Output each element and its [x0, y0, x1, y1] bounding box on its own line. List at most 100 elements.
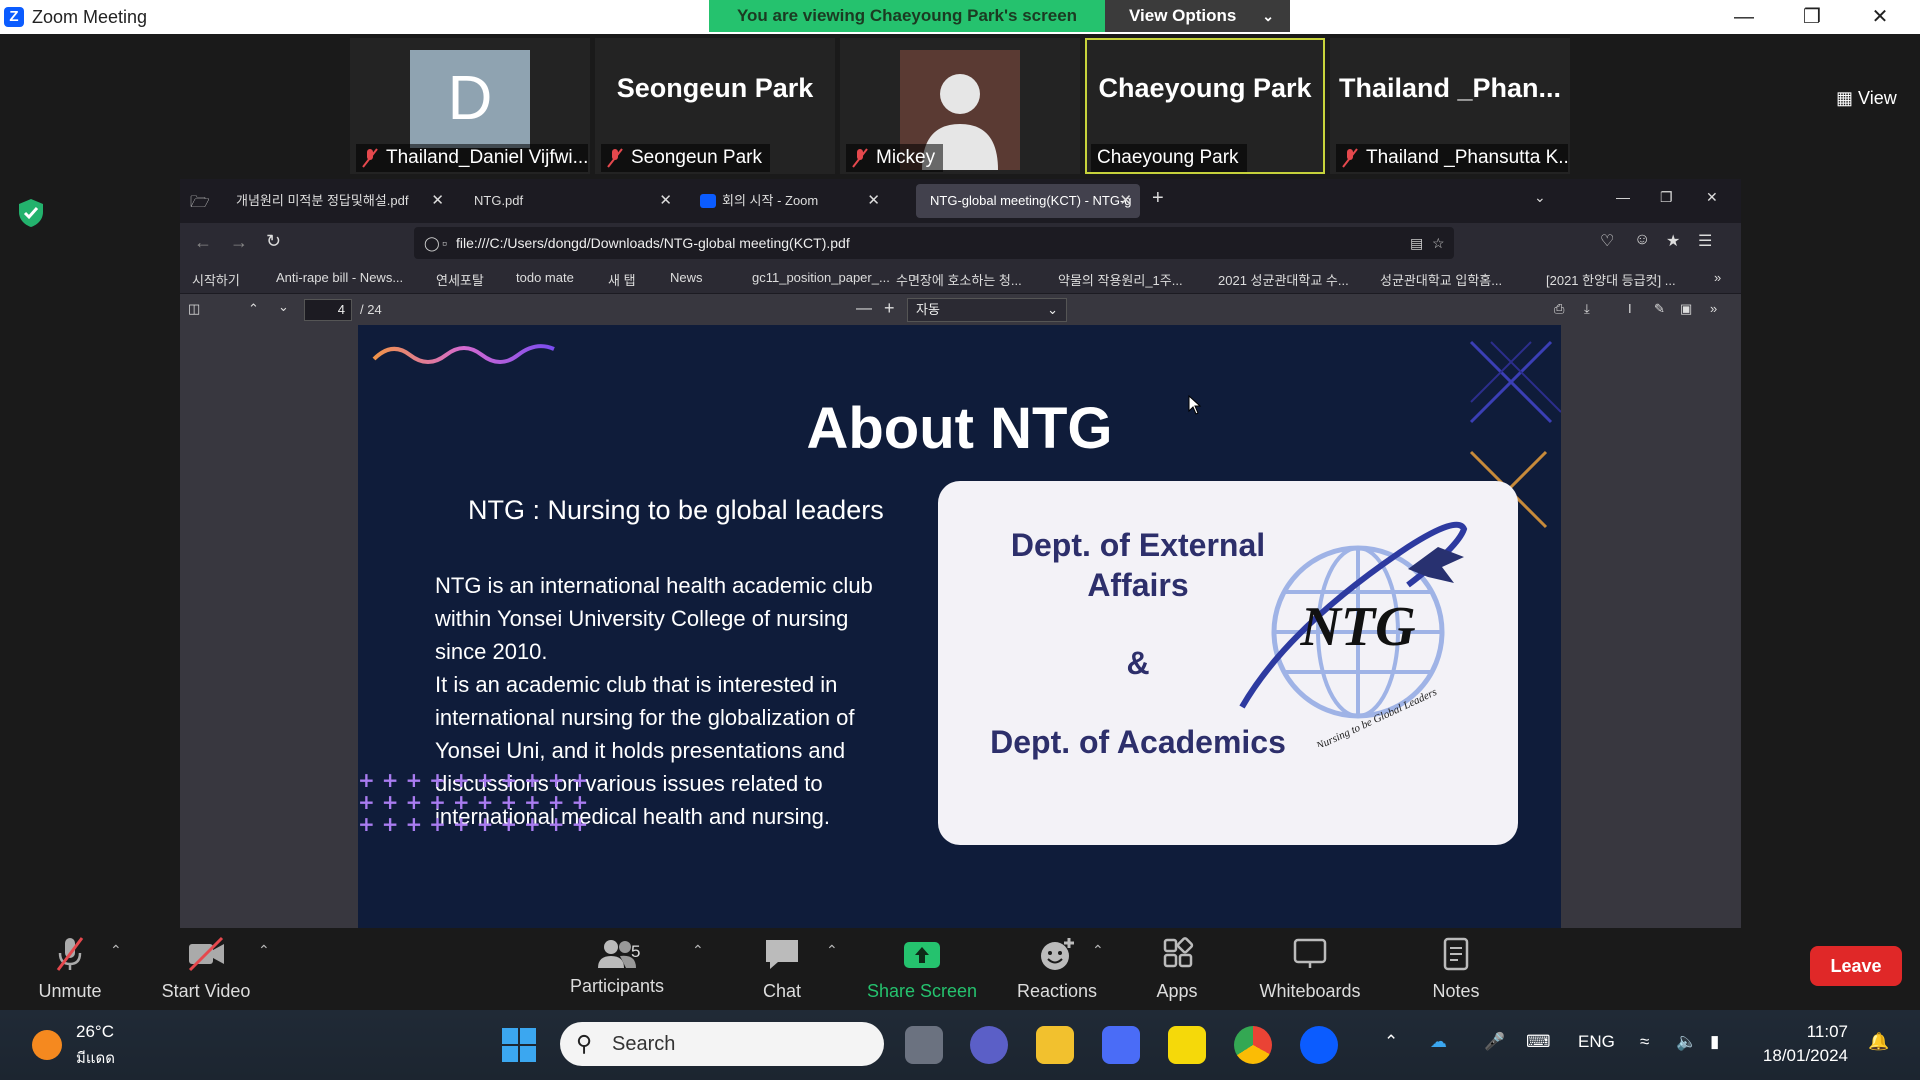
zoom-in-icon[interactable]: + — [884, 298, 895, 319]
close-tab-icon[interactable]: ✕ — [431, 184, 444, 218]
encryption-shield-icon[interactable] — [14, 196, 48, 230]
chrome-icon[interactable] — [1234, 1026, 1272, 1064]
menu-icon[interactable]: ☰ — [1698, 231, 1712, 251]
close-tab-icon[interactable]: ✕ — [659, 184, 672, 218]
tab-zoom[interactable]: 회의 시작 - Zoom ✕ — [688, 184, 888, 218]
participant-tile-daniel[interactable]: D Thailand_Daniel Vijfwi... — [350, 38, 590, 174]
next-page-icon[interactable]: ⌄ — [278, 299, 289, 315]
whiteboards-button[interactable]: Whiteboards — [1252, 936, 1368, 1002]
browser-minimize-icon[interactable]: — — [1616, 189, 1630, 205]
url-bar[interactable]: ◯ ▫ file:///C:/Users/dongd/Downloads/NTG… — [414, 227, 1454, 259]
participant-name: Mickey — [846, 144, 944, 172]
reload-icon[interactable]: ↻ — [266, 231, 281, 252]
list-tabs-icon[interactable]: ⌄ — [1534, 189, 1546, 206]
bookmark-item[interactable]: 성균관대학교 입학홈... — [1380, 270, 1502, 289]
minimize-button[interactable]: — — [1716, 0, 1772, 34]
zoom-taskbar-icon[interactable] — [1300, 1026, 1338, 1064]
bookmark-item[interactable]: [2021 한양대 등급컷] ... — [1546, 270, 1676, 289]
previous-page-icon[interactable]: ⌃ — [248, 301, 259, 317]
page-icon: ▫ — [442, 235, 447, 251]
bookmark-item[interactable]: 새 탭 — [608, 270, 636, 289]
keyboard-icon[interactable]: ⌨ — [1526, 1032, 1551, 1052]
copilot-icon[interactable] — [1102, 1026, 1140, 1064]
sidebar-toggle-icon[interactable]: ◫ — [188, 301, 200, 317]
more-bookmarks-icon[interactable]: » — [1714, 270, 1721, 285]
bookmark-item[interactable]: 2021 성균관대학교 수... — [1218, 270, 1349, 289]
wifi-icon[interactable]: ≈ — [1640, 1032, 1649, 1052]
draw-icon[interactable]: ✎ — [1654, 301, 1665, 317]
chat-button[interactable]: Chat — [752, 936, 812, 1002]
chat-options-caret-icon[interactable]: ⌃ — [826, 942, 838, 959]
participant-tile-seongeun[interactable]: Seongeun Park Seongeun Park — [595, 38, 835, 174]
account-icon[interactable]: ☺ — [1634, 231, 1650, 249]
page-number-input[interactable]: 4 — [304, 299, 352, 321]
new-tab-icon[interactable]: + — [1152, 187, 1164, 210]
tab-manager-icon[interactable]: 🗁 — [190, 191, 210, 218]
file-explorer-icon[interactable] — [1036, 1026, 1074, 1064]
windows-start-icon[interactable] — [500, 1026, 538, 1064]
bookmark-item[interactable]: News — [670, 270, 703, 285]
zoom-select[interactable]: 자동 ⌄ — [907, 298, 1067, 322]
close-window-button[interactable]: ✕ — [1852, 0, 1908, 34]
pocket-icon[interactable]: ♡ — [1600, 231, 1614, 251]
bookmark-item[interactable]: Anti-rape bill - News... — [276, 270, 403, 285]
participants-options-caret-icon[interactable]: ⌃ — [692, 942, 704, 959]
reactions-button[interactable]: Reactions — [1012, 936, 1102, 1002]
leave-button[interactable]: Leave — [1810, 946, 1902, 986]
bookmark-item[interactable]: 연세포탈 — [436, 270, 484, 289]
close-tab-icon[interactable]: ✕ — [867, 184, 880, 218]
tab-ntg-meeting-pdf[interactable]: NTG-global meeting(KCT) - NTG-g ✕ — [916, 184, 1140, 218]
bookmark-item[interactable]: gc11_position_paper_... — [752, 270, 890, 285]
start-video-button[interactable]: Start Video — [156, 936, 256, 1002]
video-options-caret-icon[interactable]: ⌃ — [258, 942, 270, 959]
browser-close-icon[interactable]: ✕ — [1706, 189, 1718, 206]
save-icon[interactable]: ⤓ — [1584, 301, 1590, 317]
participants-button[interactable]: 5 Participants — [564, 936, 670, 997]
notes-button[interactable]: Notes — [1426, 936, 1486, 1002]
onedrive-icon[interactable]: ☁ — [1430, 1032, 1447, 1052]
tab-calculus-pdf[interactable]: 개념원리 미적분 정답및해설.pdf ✕ — [222, 184, 452, 218]
back-icon[interactable]: ← — [194, 232, 212, 253]
bookmark-item[interactable]: todo mate — [516, 270, 574, 285]
text-tool-icon[interactable]: I — [1628, 301, 1632, 316]
participant-tile-chaeyoung[interactable]: Chaeyoung Park Chaeyoung Park — [1085, 38, 1325, 174]
task-view-icon[interactable] — [905, 1026, 943, 1064]
close-tab-icon[interactable]: ✕ — [1119, 184, 1132, 218]
browser-restore-icon[interactable]: ❐ — [1660, 189, 1673, 206]
volume-icon[interactable]: 🔈 — [1676, 1032, 1697, 1052]
bookmark-item[interactable]: 약물의 작용원리_1주... — [1058, 270, 1183, 289]
bookmark-item[interactable]: 수면장에 호소하는 청... — [896, 270, 1022, 289]
taskbar-search[interactable]: ⚲ Search — [560, 1022, 884, 1066]
microphone-icon[interactable]: 🎤 — [1484, 1032, 1505, 1052]
restore-button[interactable]: ❐ — [1784, 0, 1840, 34]
slide-subtitle: NTG : Nursing to be global leaders — [468, 495, 884, 525]
participant-tile-mickey[interactable]: Mickey — [840, 38, 1080, 174]
svg-text:NTG: NTG — [1299, 596, 1415, 658]
tab-ntg-pdf[interactable]: NTG.pdf ✕ — [460, 184, 680, 218]
image-icon[interactable]: ▣ — [1680, 301, 1692, 317]
battery-icon[interactable]: ▮ — [1710, 1032, 1719, 1052]
participant-gallery: D Thailand_Daniel Vijfwi... Seongeun Par… — [0, 34, 1920, 179]
view-options-button[interactable]: View Options ⌄ — [1105, 0, 1290, 32]
participant-tile-phansutta[interactable]: Thailand _Phan... Thailand _Phansutta K.… — [1330, 38, 1570, 174]
view-layout-button[interactable]: ▦ View — [1820, 78, 1908, 118]
chat-app-icon[interactable] — [970, 1026, 1008, 1064]
forward-icon[interactable]: → — [230, 232, 248, 253]
more-tools-icon[interactable]: » — [1710, 301, 1717, 316]
bookmark-item[interactable]: 시작하기 — [192, 270, 240, 289]
reactions-options-caret-icon[interactable]: ⌃ — [1092, 942, 1104, 959]
notification-bell-icon[interactable]: 🔔 — [1868, 1032, 1889, 1052]
print-icon[interactable]: ⎙ — [1554, 301, 1564, 317]
share-screen-button[interactable]: Share Screen — [864, 936, 980, 1002]
show-hidden-icons[interactable]: ⌃ — [1384, 1032, 1398, 1052]
reader-view-icon[interactable]: ▤ — [1410, 227, 1423, 259]
apps-button[interactable]: Apps — [1146, 936, 1208, 1002]
bookmark-star-icon[interactable]: ☆ — [1432, 227, 1445, 259]
language-indicator[interactable]: ENG — [1578, 1032, 1615, 1052]
todo-app-icon[interactable] — [1168, 1026, 1206, 1064]
unmute-button[interactable]: Unmute — [30, 936, 110, 1002]
extensions-icon[interactable]: ★ — [1666, 231, 1680, 251]
ntg-logo: NTG Nursing to be Global Leaders — [1239, 521, 1468, 747]
zoom-out-icon[interactable]: — — [856, 300, 872, 318]
audio-options-caret-icon[interactable]: ⌃ — [110, 942, 122, 959]
